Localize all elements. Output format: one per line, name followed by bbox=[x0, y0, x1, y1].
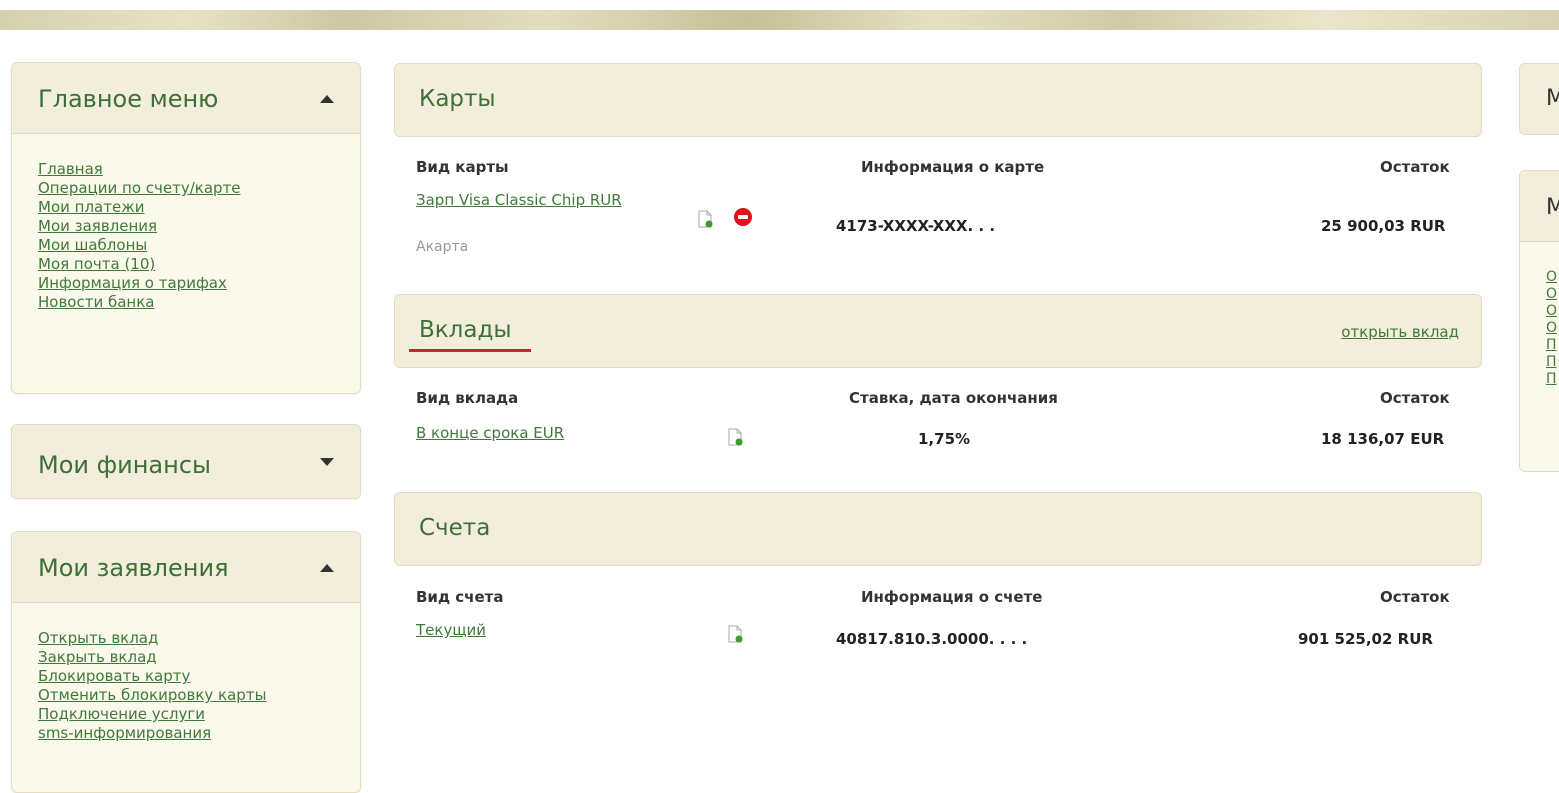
app-item-sms[interactable]: sms-информирования bbox=[38, 724, 360, 743]
menu-item-applications[interactable]: Мои заявления bbox=[38, 217, 360, 236]
menu-item-tariffs[interactable]: Информация о тарифах bbox=[38, 274, 360, 293]
right-links: О О О О П П П bbox=[1546, 269, 1557, 388]
document-info-icon[interactable] bbox=[697, 210, 713, 228]
right-panel-title-2: М bbox=[1546, 195, 1559, 220]
main-menu-panel: Главное меню Главная Операции по счету/к… bbox=[11, 62, 361, 394]
applications-header[interactable]: Мои заявления bbox=[12, 532, 360, 603]
finances-title: Мои финансы bbox=[38, 451, 211, 479]
card-balance: 25 900,03 RUR bbox=[1321, 217, 1446, 235]
document-info-icon[interactable] bbox=[727, 428, 743, 446]
cards-col-type: Вид карты bbox=[416, 158, 509, 176]
document-info-icon[interactable] bbox=[727, 625, 743, 643]
accounts-col-balance: Остаток bbox=[1380, 588, 1450, 606]
app-item-service[interactable]: Подключение услуги bbox=[38, 705, 360, 724]
applications-panel: Мои заявления Открыть вклад Закрыть вкла… bbox=[11, 531, 361, 793]
right-panel-bottom: М О О О О П П П bbox=[1519, 170, 1559, 472]
card-info: 4173-XXXX-XXX. . . bbox=[836, 217, 996, 235]
cards-title: Карты bbox=[419, 86, 496, 112]
app-item-block-card[interactable]: Блокировать карту bbox=[38, 667, 360, 686]
menu-item-mail[interactable]: Моя почта (10) bbox=[38, 255, 360, 274]
accounts-col-info: Информация о счете bbox=[861, 588, 1043, 606]
deposits-col-info: Ставка, дата окончания bbox=[849, 389, 1058, 407]
right-link[interactable]: О bbox=[1546, 286, 1557, 303]
open-deposit-link[interactable]: открыть вклад bbox=[1341, 323, 1459, 341]
menu-item-news[interactable]: Новости банка bbox=[38, 293, 360, 312]
accounts-col-type: Вид счета bbox=[416, 588, 504, 606]
menu-item-operations[interactable]: Операции по счету/карте bbox=[38, 179, 360, 198]
cards-col-info: Информация о карте bbox=[861, 158, 1045, 176]
block-card-icon[interactable] bbox=[734, 208, 752, 226]
deposits-col-type: Вид вклада bbox=[416, 389, 519, 407]
menu-item-templates[interactable]: Мои шаблоны bbox=[38, 236, 360, 255]
menu-item-payments[interactable]: Мои платежи bbox=[38, 198, 360, 217]
account-name-link[interactable]: Текущий bbox=[416, 621, 486, 639]
app-item-close-deposit[interactable]: Закрыть вклад bbox=[38, 648, 360, 667]
account-balance: 901 525,02 RUR bbox=[1298, 630, 1433, 648]
card-subtype: Акарта bbox=[416, 239, 469, 255]
right-link[interactable]: О bbox=[1546, 269, 1557, 286]
deposit-rate: 1,75% bbox=[918, 430, 971, 448]
accounts-header: Счета bbox=[394, 492, 1482, 566]
applications-title: Мои заявления bbox=[38, 554, 229, 582]
app-item-unblock-card[interactable]: Отменить блокировку карты bbox=[38, 686, 360, 705]
card-name-link[interactable]: Зарп Visa Classic Chip RUR bbox=[416, 191, 622, 209]
applications-list: Открыть вклад Закрыть вклад Блокировать … bbox=[12, 603, 360, 743]
main-menu-header[interactable]: Главное меню bbox=[12, 63, 360, 134]
finances-header[interactable]: Мои финансы bbox=[12, 425, 360, 498]
app-item-open-deposit[interactable]: Открыть вклад bbox=[38, 629, 360, 648]
finances-panel: Мои финансы bbox=[11, 424, 361, 499]
deposit-balance: 18 136,07 EUR bbox=[1321, 430, 1445, 448]
right-link[interactable]: О bbox=[1546, 320, 1557, 337]
right-panel-title: М bbox=[1546, 86, 1559, 111]
deposits-col-balance: Остаток bbox=[1380, 389, 1450, 407]
cards-header: Карты bbox=[394, 63, 1482, 137]
accounts-title: Счета bbox=[419, 515, 491, 541]
deposits-header: Вклады открыть вклад bbox=[394, 294, 1482, 368]
cards-col-balance: Остаток bbox=[1380, 158, 1450, 176]
collapse-arrow-icon[interactable] bbox=[320, 95, 334, 103]
menu-item-home[interactable]: Главная bbox=[38, 160, 360, 179]
deposit-name-link[interactable]: В конце срока EUR bbox=[416, 424, 564, 442]
main-menu-list: Главная Операции по счету/карте Мои плат… bbox=[12, 134, 360, 312]
main-menu-title: Главное меню bbox=[38, 85, 219, 113]
expand-arrow-icon[interactable] bbox=[320, 458, 334, 466]
header-top-strip bbox=[0, 0, 1559, 10]
right-link[interactable]: О bbox=[1546, 303, 1557, 320]
active-marker bbox=[409, 349, 531, 352]
right-link[interactable]: П bbox=[1546, 371, 1557, 388]
right-link[interactable]: П bbox=[1546, 337, 1557, 354]
account-number: 40817.810.3.0000. . . . bbox=[836, 630, 1028, 648]
deposits-title: Вклады bbox=[419, 317, 512, 343]
right-link[interactable]: П bbox=[1546, 354, 1557, 371]
collapse-arrow-icon[interactable] bbox=[320, 564, 334, 572]
right-panel-top: М bbox=[1519, 63, 1559, 135]
